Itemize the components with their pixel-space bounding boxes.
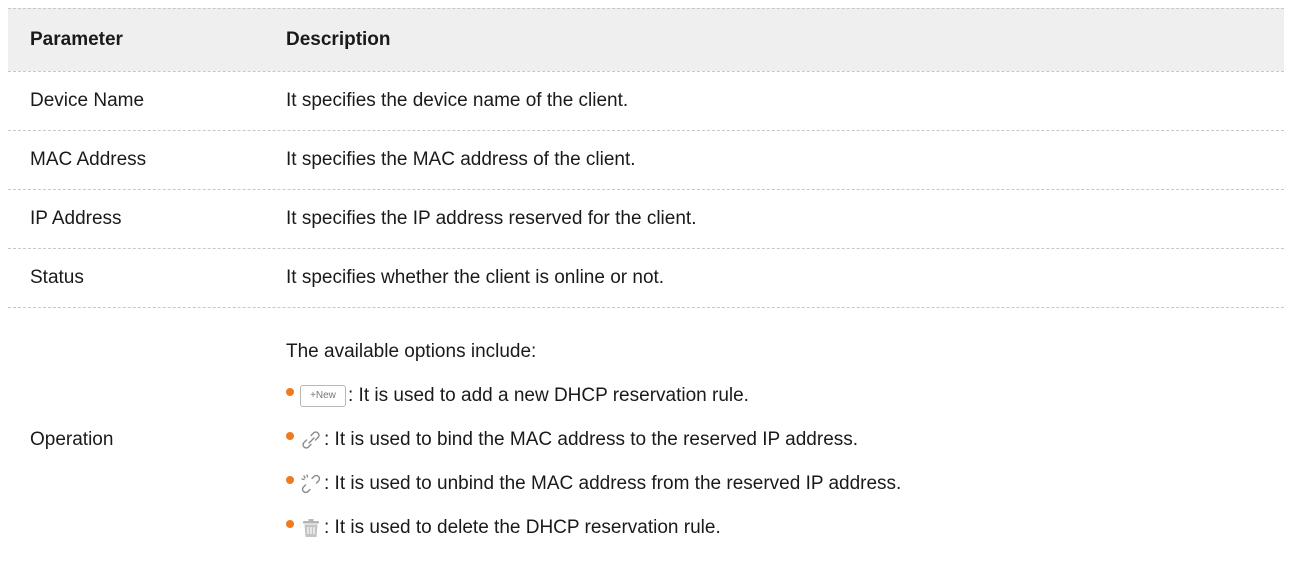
row-description: It specifies the IP address reserved for… xyxy=(286,208,697,229)
row-description: It specifies the MAC address of the clie… xyxy=(286,149,636,170)
row-description: It specifies the device name of the clie… xyxy=(286,90,629,111)
list-item: : It is used to unbind the MAC address f… xyxy=(286,462,1284,506)
row-description: It specifies whether the client is onlin… xyxy=(286,267,665,288)
item-text: : It is used to add a new DHCP reservati… xyxy=(348,384,749,406)
bullet-icon xyxy=(286,519,294,528)
unlink-icon[interactable] xyxy=(300,473,322,495)
table-row: IP Address It specifies the IP address r… xyxy=(8,189,1284,248)
trash-icon[interactable] xyxy=(300,517,322,539)
bullet-icon xyxy=(286,475,294,484)
row-parameter: IP Address xyxy=(30,208,122,229)
item-text: : It is used to bind the MAC address to … xyxy=(324,428,859,450)
link-icon[interactable] xyxy=(300,429,322,451)
bullet-icon xyxy=(286,387,294,396)
row-parameter: Status xyxy=(30,267,84,288)
table-row: Status It specifies whether the client i… xyxy=(8,248,1284,307)
row-parameter: MAC Address xyxy=(30,149,147,170)
list-item: : It is used to delete the DHCP reservat… xyxy=(286,506,1284,550)
header-parameter: Parameter xyxy=(30,29,123,50)
header-description: Description xyxy=(286,29,391,50)
operation-description: The available options include: +New : It… xyxy=(258,330,1284,550)
table-row-operation: Operation The available options include:… xyxy=(8,307,1284,571)
table-header-row: Parameter Description xyxy=(8,8,1284,71)
operation-list: The available options include: +New : It… xyxy=(286,330,1284,550)
parameter-table: Parameter Description Device Name It spe… xyxy=(8,8,1284,571)
operation-intro: The available options include: xyxy=(286,340,537,362)
list-item: : It is used to bind the MAC address to … xyxy=(286,418,1284,462)
table-row: Device Name It specifies the device name… xyxy=(8,71,1284,130)
item-text: : It is used to unbind the MAC address f… xyxy=(324,472,902,494)
new-button[interactable]: +New xyxy=(300,384,346,407)
row-parameter: Device Name xyxy=(30,90,145,111)
row-parameter: Operation xyxy=(30,428,114,450)
bullet-icon xyxy=(286,431,294,440)
list-item: +New : It is used to add a new DHCP rese… xyxy=(286,374,1284,418)
item-text: : It is used to delete the DHCP reservat… xyxy=(324,516,721,538)
table-row: MAC Address It specifies the MAC address… xyxy=(8,130,1284,189)
